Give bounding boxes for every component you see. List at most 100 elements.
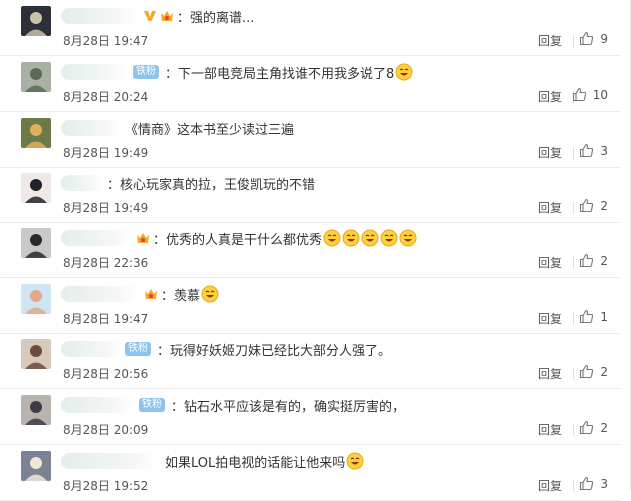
thumbs-up-icon: [580, 143, 594, 158]
reply-button[interactable]: 回复: [538, 144, 562, 161]
comment-text: ：强的离谱...: [177, 10, 255, 26]
divider: [573, 202, 574, 214]
avatar[interactable]: [21, 339, 51, 369]
reply-button[interactable]: 回复: [538, 365, 562, 382]
username-blurred[interactable]: [61, 120, 121, 136]
reply-button[interactable]: 回复: [538, 421, 562, 438]
reply-button[interactable]: 回复: [538, 254, 562, 271]
avatar[interactable]: [21, 118, 51, 148]
comment-item: 如果LOL拍电视的话能让他来吗 8月28日 19:52 回复 3: [0, 445, 620, 501]
like-button[interactable]: 3: [579, 143, 608, 158]
avatar[interactable]: [21, 6, 51, 36]
thumbs-up-icon: [580, 364, 594, 379]
like-count: 9: [600, 31, 608, 46]
comment-line: ：强的离谱...: [61, 6, 254, 26]
like-button[interactable]: 3: [579, 476, 608, 491]
emoji-icon: [361, 229, 379, 247]
comment-item: 铁粉 ：玩得好妖姬刀妹已经比大部分人强了。 8月28日 20:56 回复 2: [0, 333, 620, 389]
divider: [573, 313, 574, 325]
emoji-icon: [399, 229, 417, 247]
username-blurred[interactable]: [61, 453, 161, 469]
tiefen-badge: 铁粉: [125, 342, 151, 356]
divider: [573, 257, 574, 269]
like-button[interactable]: 2: [579, 420, 608, 435]
like-button[interactable]: 2: [579, 253, 608, 268]
emoji-icon: [395, 63, 413, 81]
comment-line: ：核心玩家真的拉，王俊凯玩的不错: [61, 173, 315, 193]
like-count: 2: [600, 198, 608, 213]
avatar[interactable]: [21, 451, 51, 481]
comment-line: ：优秀的人真是干什么都优秀: [61, 228, 417, 248]
like-count: 2: [600, 253, 608, 268]
thumbs-up-icon: [580, 420, 594, 435]
timestamp: 8月28日 19:47: [63, 34, 149, 48]
comment-text: ：玩得好妖姬刀妹已经比大部分人强了。: [157, 343, 392, 359]
fan-crown-icon: [143, 286, 159, 302]
like-button[interactable]: 1: [579, 309, 608, 324]
like-button[interactable]: 10: [572, 87, 608, 102]
emoji-icon: [201, 285, 219, 303]
avatar[interactable]: [21, 62, 51, 92]
username-blurred[interactable]: [61, 286, 139, 302]
comment-item: ：核心玩家真的拉，王俊凯玩的不错 8月28日 19:49 回复 2: [0, 167, 620, 223]
comment-text: ：钻石水平应该是有的，确实挺厉害的，: [171, 399, 406, 415]
comment-line: ：羡慕: [61, 284, 219, 304]
reply-button[interactable]: 回复: [538, 199, 562, 216]
comment-text: ：羡慕: [161, 288, 201, 304]
reply-button[interactable]: 回复: [538, 310, 562, 327]
thumbs-up-icon: [580, 253, 594, 268]
comment-line: 铁粉 ：钻石水平应该是有的，确实挺厉害的，: [61, 395, 405, 415]
emoji-icon: [323, 229, 341, 247]
timestamp: 8月28日 22:36: [63, 256, 149, 270]
reply-button[interactable]: 回复: [538, 477, 562, 494]
reply-button[interactable]: 回复: [538, 88, 562, 105]
tiefen-badge: 铁粉: [133, 65, 159, 79]
timestamp: 8月28日 19:52: [63, 479, 149, 493]
verified-v-icon: [143, 9, 157, 23]
comment-list: ：强的离谱... 8月28日 19:47 回复 9 铁粉 ：下一部电竞局主角找谁不用我多说…: [0, 0, 631, 501]
comment-text: ：优秀的人真是干什么都优秀: [153, 232, 323, 248]
like-count: 2: [600, 420, 608, 435]
like-count: 3: [600, 476, 608, 491]
comment-text: ：核心玩家真的拉，王俊凯玩的不错: [107, 177, 316, 193]
emoji-icon: [380, 229, 398, 247]
fan-crown-icon: [135, 230, 151, 246]
like-button[interactable]: 2: [579, 198, 608, 213]
username-blurred[interactable]: [61, 341, 121, 357]
comment-line: 铁粉 ：下一部电竞局主角找谁不用我多说了8: [61, 62, 413, 82]
comment-item: 《情商》这本书至少读过三遍 8月28日 19:49 回复 3: [0, 112, 620, 168]
avatar[interactable]: [21, 173, 51, 203]
thumbs-up-icon: [580, 198, 594, 213]
comment-line: 如果LOL拍电视的话能让他来吗: [61, 451, 364, 471]
reply-button[interactable]: 回复: [538, 32, 562, 49]
comment-text: ：下一部电竞局主角找谁不用我多说了8: [165, 66, 395, 82]
username-blurred[interactable]: [61, 64, 129, 80]
timestamp: 8月28日 19:47: [63, 312, 149, 326]
timestamp: 8月28日 20:56: [63, 367, 149, 381]
comment-line: 《情商》这本书至少读过三遍: [61, 118, 294, 138]
comment-line: 铁粉 ：玩得好妖姬刀妹已经比大部分人强了。: [61, 339, 391, 359]
thumbs-up-icon: [580, 31, 594, 46]
comment-item: ：羡慕 8月28日 19:47 回复 1: [0, 278, 620, 334]
divider: [573, 35, 574, 47]
username-blurred[interactable]: [61, 230, 131, 246]
thumbs-up-icon: [572, 87, 586, 102]
avatar[interactable]: [21, 284, 51, 314]
username-blurred[interactable]: [61, 175, 103, 191]
comment-text: 如果LOL拍电视的话能让他来吗: [165, 455, 346, 471]
divider: [573, 147, 574, 159]
avatar[interactable]: [21, 228, 51, 258]
like-count: 2: [600, 364, 608, 379]
avatar[interactable]: [21, 395, 51, 425]
divider: [573, 368, 574, 380]
timestamp: 8月28日 20:09: [63, 423, 149, 437]
comment-item: ：优秀的人真是干什么都优秀 8月28日 22:36 回复 2: [0, 222, 620, 278]
thumbs-up-icon: [580, 476, 594, 491]
fan-crown-icon: [159, 8, 175, 24]
like-count: 3: [600, 143, 608, 158]
username-blurred[interactable]: [61, 8, 139, 24]
comment-text: 《情商》这本书至少读过三遍: [125, 122, 295, 138]
username-blurred[interactable]: [61, 397, 135, 413]
like-button[interactable]: 2: [579, 364, 608, 379]
like-button[interactable]: 9: [579, 31, 608, 46]
